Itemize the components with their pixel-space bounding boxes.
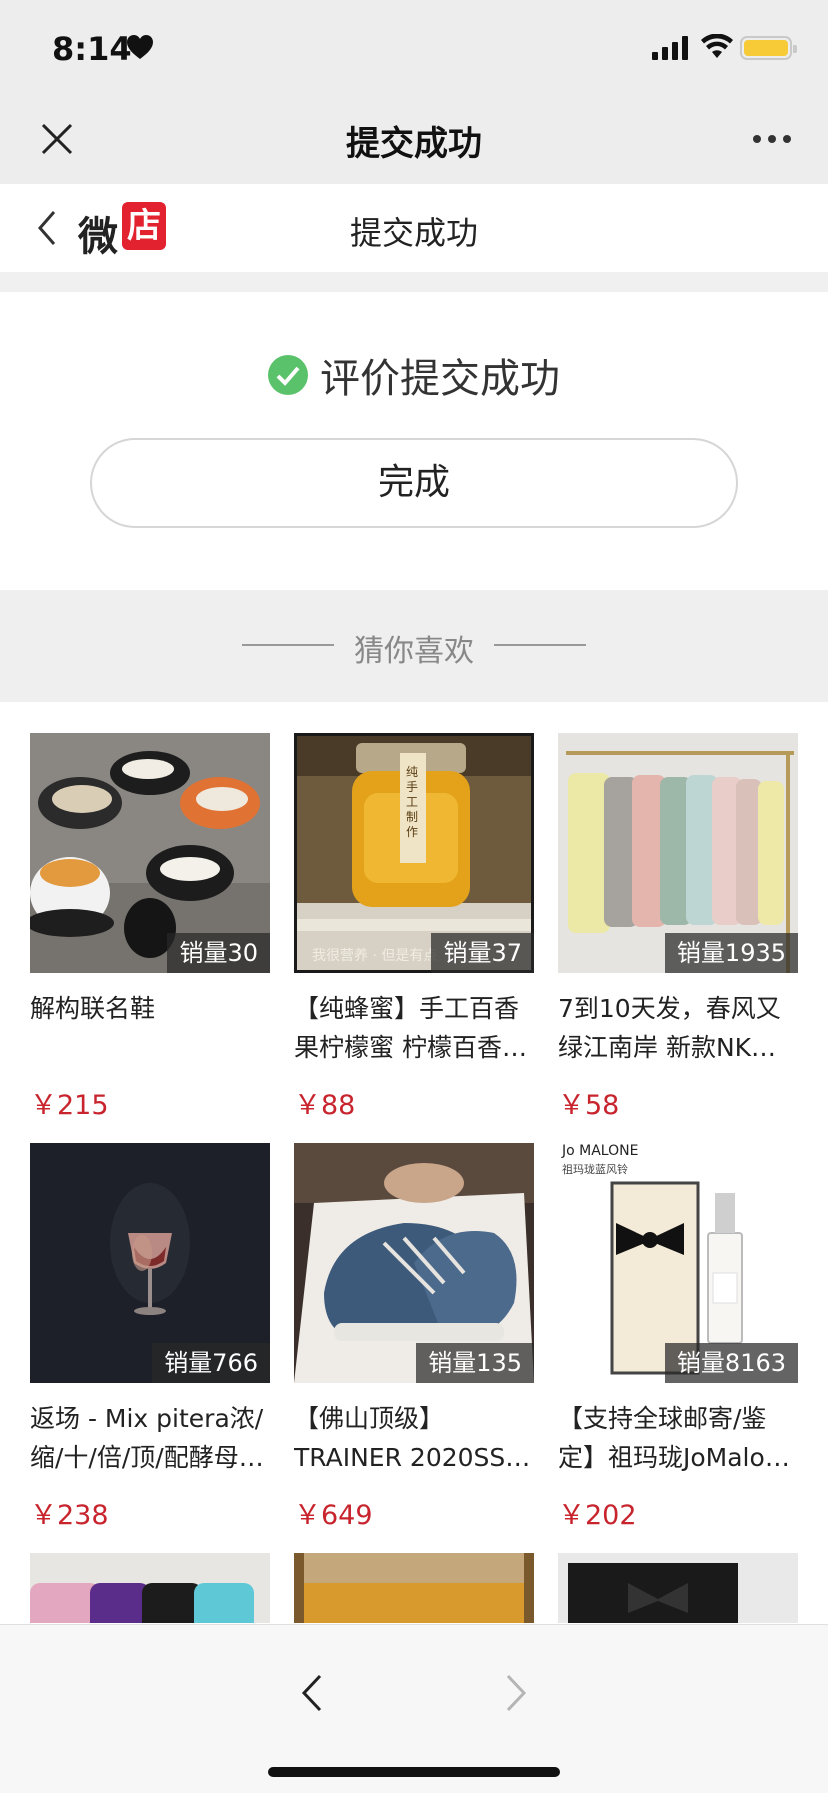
browser-bottom-bar (0, 1624, 828, 1793)
weidian-title: 提交成功 (349, 214, 478, 252)
product-image (30, 1553, 270, 1623)
home-indicator[interactable] (268, 1767, 560, 1777)
sales-badge: 销量30 (167, 933, 270, 973)
product-price: ￥649 (294, 1500, 373, 1531)
status-time: 8:14 (52, 30, 132, 68)
page-title: 提交成功 (346, 124, 482, 164)
sales-badge: 销量8163 (664, 1343, 798, 1383)
product-title: 【纯蜂蜜】手工百香果柠檬蜜 柠檬百香果蜂蜜 (294, 994, 527, 1062)
more-options-icon[interactable] (752, 134, 792, 144)
product-image: 销量766 (30, 1143, 270, 1383)
product-card[interactable] (30, 1553, 270, 1623)
product-price: ￥215 (30, 1090, 109, 1121)
section-divider (0, 272, 828, 292)
product-title: 解构联名鞋 (30, 994, 156, 1023)
success-message: 评价提交成功 (320, 356, 560, 402)
product-price: ￥202 (558, 1500, 637, 1531)
battery-icon (740, 36, 797, 60)
sales-badge: 销量1935 (664, 933, 798, 973)
sales-badge: 销量766 (152, 1343, 270, 1383)
product-card[interactable]: Jo MALONE 祖玛珑蓝风铃 销量8163 【支持全球邮寄/鉴定】祖玛珑Jo… (558, 1143, 798, 1532)
weidian-nav-bar: 微 店 提交成功 (0, 184, 828, 272)
heart-icon (127, 35, 153, 59)
product-price: ￥58 (558, 1090, 620, 1121)
cellular-signal-icon (652, 36, 688, 60)
product-card[interactable]: 纯手工制作 我很营养 · 但是有点 销量37 【纯蜂蜜】手工百香果柠檬蜜 柠檬百… (294, 733, 534, 1122)
product-image: 销量30 (30, 733, 270, 973)
product-card[interactable]: 销量30 解构联名鞋 ￥215 (30, 733, 270, 1122)
success-message-row: 评价提交成功 (0, 346, 828, 404)
recommend-header: 猜你喜欢 (0, 590, 828, 702)
product-image: Jo MALONE 祖玛珑蓝风铃 销量8163 (558, 1143, 798, 1383)
product-image (558, 1553, 798, 1623)
sales-badge: 销量135 (416, 1343, 534, 1383)
product-image: 纯手工制作 我很营养 · 但是有点 销量37 (294, 733, 534, 973)
product-image: 销量1935 (558, 733, 798, 973)
product-price: ￥88 (294, 1090, 356, 1121)
divider-line (494, 644, 586, 646)
product-image: 销量135 (294, 1143, 534, 1383)
recommend-heading: 猜你喜欢 (354, 634, 474, 669)
product-card[interactable]: 销量135 【佛山顶级】TRAINER 2020SS 蓝牛仔 休闲鞋 ￥649 (294, 1143, 534, 1532)
product-card[interactable] (558, 1553, 798, 1623)
product-title: 【佛山顶级】TRAINER 2020SS 蓝牛仔 休闲鞋 (294, 1404, 506, 1472)
product-price: ￥238 (30, 1500, 109, 1531)
product-grid: 销量30 解构联名鞋 ￥215 纯手工制作 我很营养 · 但是有点 销量37 【… (30, 733, 800, 1623)
product-title: 7到10天发，春风又绿江南岸 新款NK春季卫衣 (558, 994, 781, 1062)
product-title: 返场 - Mix pitera浓/缩/十/倍/顶/配酵母露 精华 (30, 1404, 264, 1472)
image-caption: 我很营养 · 但是有点 (312, 948, 438, 964)
product-card[interactable]: 销量766 返场 - Mix pitera浓/缩/十/倍/顶/配酵母露 精华 ￥… (30, 1143, 270, 1532)
product-image (294, 1553, 534, 1623)
forward-arrow-icon[interactable] (504, 1673, 528, 1713)
sales-badge: 销量37 (431, 933, 534, 973)
product-card[interactable]: 销量1935 7到10天发，春风又绿江南岸 新款NK春季卫衣 ￥58 (558, 733, 798, 1122)
success-check-icon (268, 355, 308, 395)
wifi-icon (701, 34, 733, 58)
back-arrow-icon[interactable] (300, 1673, 324, 1713)
product-title: 【支持全球邮寄/鉴定】祖玛珑JoMalone 香水 (558, 1404, 797, 1472)
product-card[interactable] (294, 1553, 534, 1623)
jar-label-text: 纯手工制作 (406, 765, 419, 839)
done-button[interactable]: 完成 (90, 438, 738, 528)
